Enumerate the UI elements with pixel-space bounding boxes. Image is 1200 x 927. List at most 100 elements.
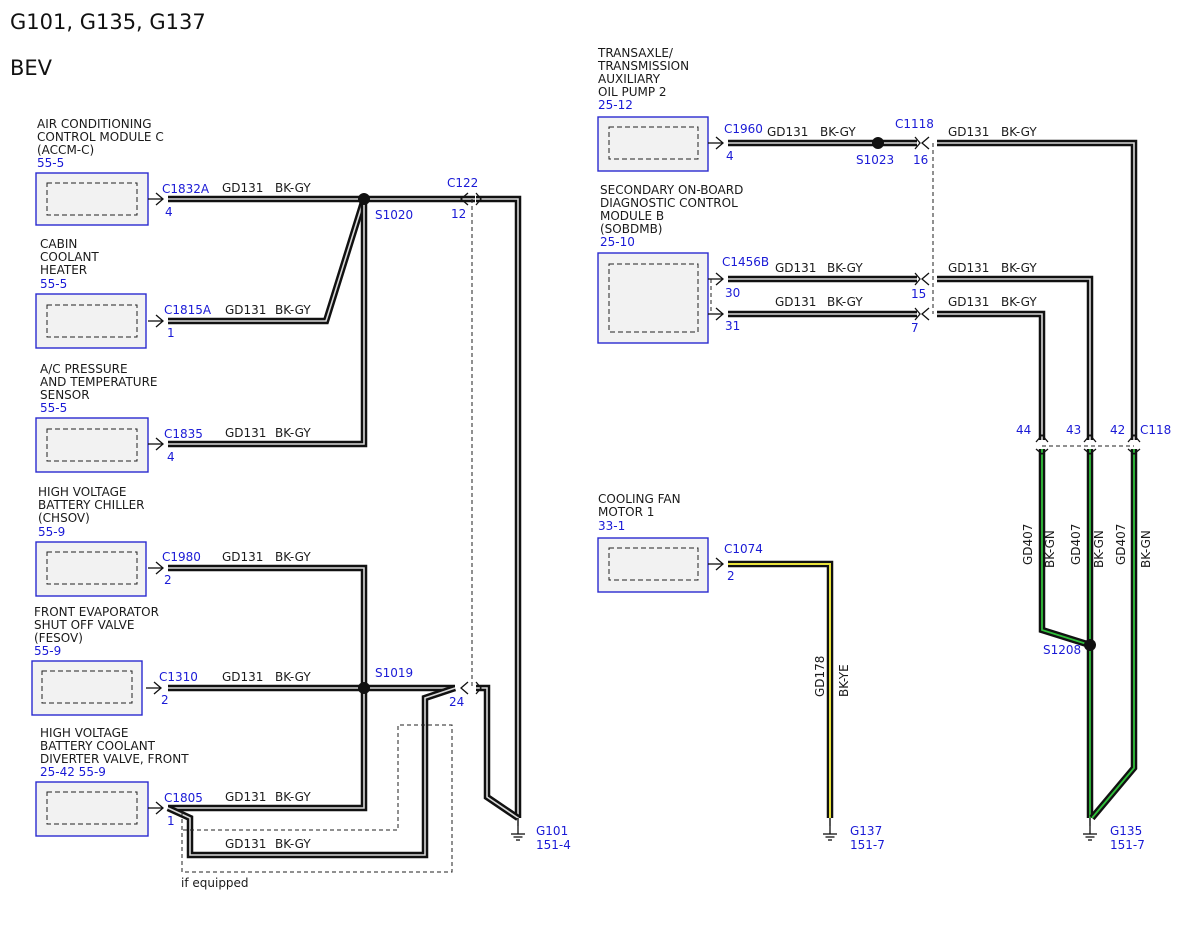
svg-text:BK-GY: BK-GY [1001,295,1037,309]
svg-text:GD178: GD178 [813,656,827,697]
component-oil-pump-2: TRANSAXLE/TRANSMISSION AUXILIARY OIL PUMP … [597,46,856,172]
svg-text:GD131: GD131 [222,550,263,564]
svg-text:CABINCOOLANTHEATER: CABIN COOLANT HEATER [40,237,99,277]
svg-text:1: 1 [167,814,175,828]
splice-s1020 [358,193,370,205]
connector-c1960: C1960 [724,122,763,136]
component-cabin-coolant-heater: CABIN COOLANT HEATER 55-5 C1815A 1 GD131 B… [35,237,311,349]
svg-text:GD131: GD131 [222,181,263,195]
ground-g101-label: G101 [536,824,568,838]
svg-text:BK-GY: BK-GY [275,837,311,851]
svg-text:4: 4 [726,149,734,163]
connector-c1805: C1805 [164,791,203,805]
splice-s1019 [358,682,370,694]
ground-g135-label: G135 [1110,824,1142,838]
svg-text:GD131: GD131 [775,261,816,275]
splice-s1019-label: S1019 [375,666,413,680]
connector-c1832a: C1832A [162,182,210,196]
svg-text:GD131: GD131 [222,670,263,684]
svg-text:GD131: GD131 [225,790,266,804]
connector-c1456b: C1456B [722,255,769,269]
svg-text:GD131: GD131 [948,261,989,275]
svg-text:BK-GY: BK-GY [820,125,856,139]
ground-g135-icon [1082,825,1098,841]
svg-text:HIGH VOLTAGEBATTERY CHILLER(CH: HIGH VOLTAGE BATTERY CHILLER (CHSOV) [38,485,145,525]
svg-text:1: 1 [167,326,175,340]
svg-text:44: 44 [1016,423,1031,437]
component-cooling-fan-motor: COOLING FAN MOTOR 1 33-1 C1074 2 GD178 BK… [597,492,851,697]
svg-text:GD131: GD131 [225,837,266,851]
svg-text:55-9: 55-9 [34,644,61,658]
svg-text:7: 7 [911,321,919,335]
svg-text:BK-GY: BK-GY [275,426,311,440]
splice-s1023-label: S1023 [856,153,894,167]
svg-text:GD131: GD131 [225,303,266,317]
svg-text:16: 16 [913,153,928,167]
svg-text:55-5: 55-5 [37,156,64,170]
component-accm-c: AIR CONDITIONING CONTROL MODULE C (ACCM-C)… [35,117,311,226]
svg-text:43: 43 [1066,423,1081,437]
c118-label: C118 [1140,423,1171,437]
svg-text:2: 2 [164,573,172,587]
connector-c1980: C1980 [162,550,201,564]
svg-text:BK-GN: BK-GN [1043,530,1057,568]
c122-label: C122 [447,176,478,190]
component-sobdmb: SECONDARY ON-BOARD DIAGNOSTIC CONTROL MODU… [597,183,863,344]
svg-text:GD131: GD131 [948,125,989,139]
svg-text:31: 31 [725,319,740,333]
svg-text:BK-GY: BK-GY [827,295,863,309]
component-fesov: FRONT EVAPORATOR SHUT OFF VALVE (FESOV) 55… [31,605,311,716]
svg-text:BK-GY: BK-GY [275,790,311,804]
svg-text:GD407: GD407 [1021,524,1035,565]
svg-text:12: 12 [451,207,466,221]
svg-text:25-42 55-9: 25-42 55-9 [40,765,106,779]
svg-text:BK-GN: BK-GN [1092,530,1106,568]
svg-text:BK-GY: BK-GY [1001,125,1037,139]
svg-text:55-9: 55-9 [38,525,65,539]
if-equipped-note: if equipped [181,876,249,890]
svg-text:2: 2 [161,693,169,707]
svg-text:55-5: 55-5 [40,401,67,415]
svg-text:25-12: 25-12 [598,98,633,112]
svg-text:24: 24 [449,695,464,709]
splice-s1208-label: S1208 [1043,643,1081,657]
svg-text:33-1: 33-1 [598,519,625,533]
svg-text:BK-GY: BK-GY [275,550,311,564]
svg-text:HIGH VOLTAGEBATTERY COOLANTDIV: HIGH VOLTAGE BATTERY COOLANT DIVERTER VALV… [40,726,189,766]
splice-s1020-label: S1020 [375,208,413,222]
component-hv-battery-chiller: HIGH VOLTAGE BATTERY CHILLER (CHSOV) 55-9 … [35,485,311,597]
svg-text:BK-GY: BK-GY [1001,261,1037,275]
splice-s1023 [872,137,884,149]
svg-text:GD131: GD131 [775,295,816,309]
wiring-diagram: G101, G135, G137 BEV AIR CONDITIONING CON… [0,0,1200,927]
diagram-canvas: G101, G135, G137 BEV AIR CONDITIONING CON… [10,10,1171,890]
splice-s1208 [1084,639,1096,651]
svg-text:BK-GY: BK-GY [827,261,863,275]
svg-text:BK-GN: BK-GN [1139,530,1153,568]
svg-text:COOLING FANMOTOR 1: COOLING FAN MOTOR 1 [598,492,681,519]
component-diverter-valve: HIGH VOLTAGE BATTERY COOLANT DIVERTER VALV… [35,726,311,851]
svg-text:30: 30 [725,286,740,300]
page-title: G101, G135, G137 [10,10,206,34]
connector-c1310: C1310 [159,670,198,684]
svg-text:55-5: 55-5 [40,277,67,291]
c1118-label: C1118 [895,117,934,131]
svg-text:151-7: 151-7 [1110,838,1145,852]
svg-text:GD407: GD407 [1114,524,1128,565]
c122-pin-24-marker [460,681,469,695]
svg-text:4: 4 [165,205,173,219]
page-subtitle: BEV [10,56,53,80]
svg-text:GD131: GD131 [767,125,808,139]
svg-text:25-10: 25-10 [600,235,635,249]
svg-text:SECONDARY ON-BOARDDIAGNOSTIC C: SECONDARY ON-BOARD DIAGNOSTIC CONTROL MODU… [600,183,743,236]
connector-c1074: C1074 [724,542,763,556]
svg-text:42: 42 [1110,423,1125,437]
svg-text:BK-GY: BK-GY [275,670,311,684]
svg-text:15: 15 [911,287,926,301]
ground-g137-label: G137 [850,824,882,838]
svg-text:GD407: GD407 [1069,524,1083,565]
svg-text:151-7: 151-7 [850,838,885,852]
if-equipped-box [181,724,453,873]
svg-text:AIR CONDITIONINGCONTROL MODULE: AIR CONDITIONING CONTROL MODULE C (ACCM-C) [37,117,164,157]
svg-text:GD131: GD131 [225,426,266,440]
